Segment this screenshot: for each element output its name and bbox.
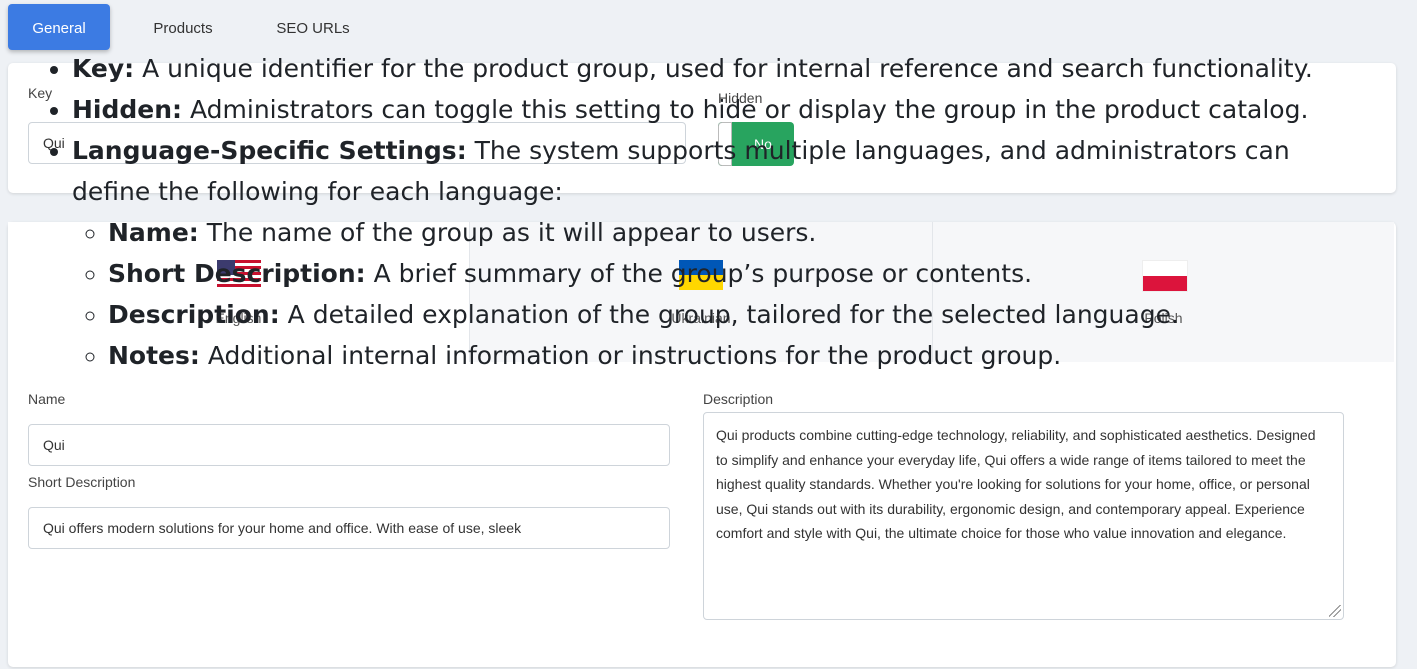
item-text: Administrators can toggle this setting t… — [182, 95, 1309, 124]
list-item: Language-Specific Settings: The system s… — [72, 130, 1348, 376]
list-item: Key: A unique identifier for the product… — [72, 48, 1348, 89]
tab-general[interactable]: General — [8, 4, 110, 50]
sub-list-item: Notes: Additional internal information o… — [108, 335, 1348, 376]
item-text: A detailed explanation of the group, tai… — [279, 300, 1179, 329]
feature-notes-overlay: Key: A unique identifier for the product… — [48, 48, 1348, 376]
description-label: Description — [703, 391, 774, 407]
item-term: Key: — [72, 54, 135, 83]
item-term: Name: — [108, 218, 199, 247]
description-text: Qui products combine cutting-edge techno… — [716, 427, 1316, 541]
name-label: Name — [28, 391, 66, 407]
item-text: A unique identifier for the product grou… — [134, 54, 1313, 83]
item-text: A brief summary of the group’s purpose o… — [365, 259, 1033, 288]
sub-list-item: Short Description: A brief summary of th… — [108, 253, 1348, 294]
description-textarea[interactable]: Qui products combine cutting-edge techno… — [703, 412, 1344, 620]
sub-list: Name: The name of the group as it will a… — [72, 212, 1348, 376]
item-term: Short Description: — [108, 259, 366, 288]
resize-handle-icon[interactable] — [1329, 605, 1341, 617]
sub-list-item: Description: A detailed explanation of t… — [108, 294, 1348, 335]
short-description-input[interactable]: Qui offers modern solutions for your hom… — [28, 507, 670, 549]
tab-seo-urls[interactable]: SEO URLs — [256, 4, 370, 50]
short-description-label: Short Description — [28, 474, 136, 490]
item-term: Description: — [108, 300, 280, 329]
item-term: Hidden: — [72, 95, 183, 124]
item-text: Additional internal information or instr… — [199, 341, 1062, 370]
item-term: Notes: — [108, 341, 200, 370]
item-text: The name of the group as it will appear … — [198, 218, 817, 247]
item-term: Language-Specific Settings: — [72, 136, 467, 165]
name-input[interactable]: Qui — [28, 424, 670, 466]
list-item: Hidden: Administrators can toggle this s… — [72, 89, 1348, 130]
tab-products[interactable]: Products — [130, 4, 236, 50]
sub-list-item: Name: The name of the group as it will a… — [108, 212, 1348, 253]
feature-list: Key: A unique identifier for the product… — [48, 48, 1348, 376]
